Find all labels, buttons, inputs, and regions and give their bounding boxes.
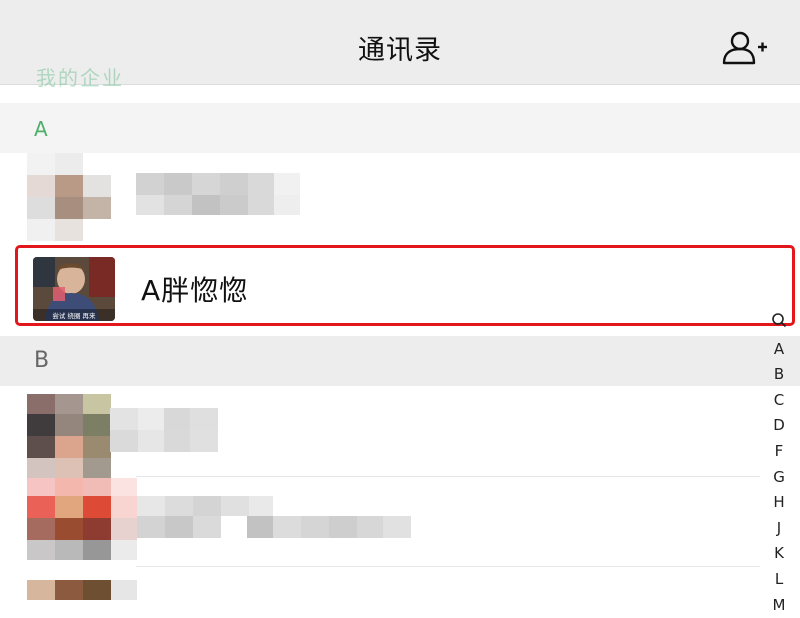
avatar — [27, 394, 111, 478]
section-header-b: B — [0, 336, 800, 386]
section-letter: B — [34, 348, 50, 373]
contact-name-blurred — [137, 496, 417, 540]
section-header-a: A — [0, 103, 800, 153]
index-letter-c[interactable]: C — [768, 388, 790, 414]
avatar — [27, 478, 137, 562]
index-letter-k[interactable]: K — [768, 541, 790, 567]
index-letter-a[interactable]: A — [768, 337, 790, 363]
index-letter-d[interactable]: D — [768, 413, 790, 439]
contact-name-blurred — [110, 408, 220, 452]
index-letter-b[interactable]: B — [768, 362, 790, 388]
index-letter-h[interactable]: H — [768, 490, 790, 516]
add-friend-icon[interactable] — [720, 30, 768, 66]
list-item[interactable] — [0, 568, 760, 600]
contact-name-blurred — [136, 173, 306, 217]
avatar — [27, 580, 137, 600]
divider — [136, 566, 760, 567]
alphabet-index-bar[interactable]: A B C D F G H J K L M — [768, 311, 790, 618]
index-letter-g[interactable]: G — [768, 465, 790, 491]
index-letter-f[interactable]: F — [768, 439, 790, 465]
highlight-border — [15, 245, 795, 326]
list-item[interactable] — [0, 153, 760, 243]
section-letter: A — [34, 117, 48, 141]
index-letter-m[interactable]: M — [768, 593, 790, 618]
divider — [136, 476, 760, 477]
index-letter-j[interactable]: J — [768, 516, 790, 542]
index-search-icon[interactable] — [768, 311, 790, 337]
scrolled-section-header: 我的企业 — [36, 66, 124, 90]
list-item[interactable] — [0, 478, 760, 568]
list-item[interactable] — [0, 388, 760, 478]
avatar — [27, 153, 111, 243]
index-letter-l[interactable]: L — [768, 567, 790, 593]
